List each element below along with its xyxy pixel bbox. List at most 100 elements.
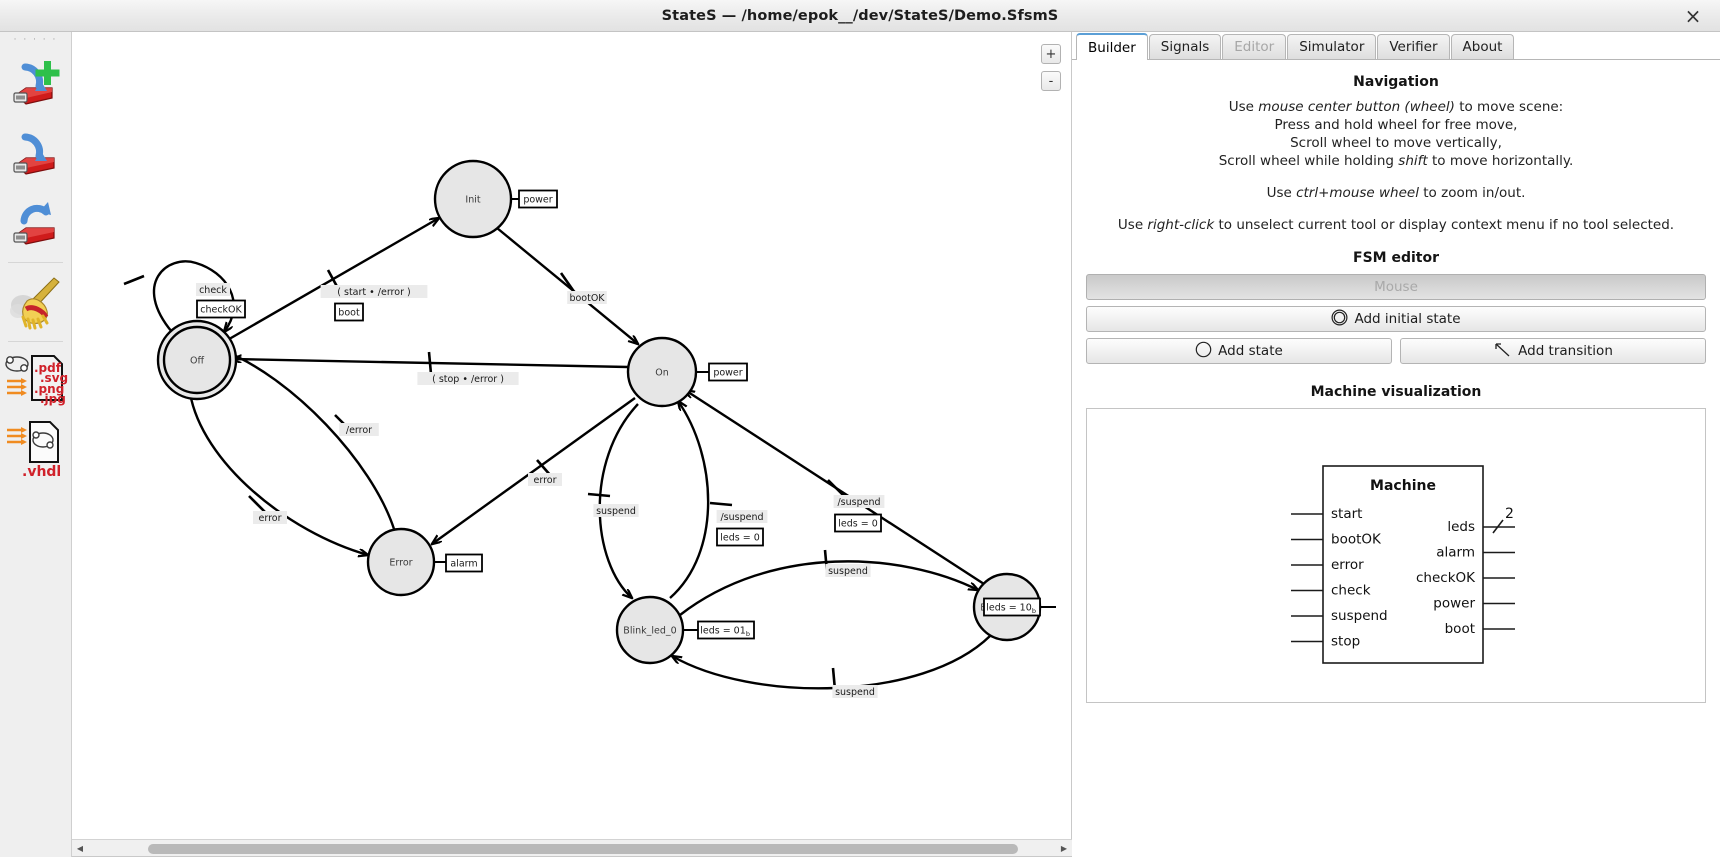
mouse-tool-button: Mouse: [1086, 274, 1706, 300]
mouse-tool-label: Mouse: [1374, 279, 1418, 295]
transition-arrow-icon: [1493, 341, 1512, 362]
transition-condition-label[interactable]: error: [253, 511, 287, 524]
tab-builder[interactable]: Builder: [1076, 33, 1148, 60]
transition-label-text: check: [199, 285, 227, 296]
action-text: leds = 0: [720, 533, 760, 544]
action-box-boot[interactable]: boot: [334, 302, 364, 322]
tool-rail: · · · · · .pdf .svg .png .jpg .vhdl: [0, 32, 72, 857]
state-label: Init: [465, 195, 480, 206]
tab-bar: Builder Signals Editor Simulator Verifier Abo…: [1072, 32, 1720, 60]
fsm-canvas[interactable]: InitOffOnErrorBlink_led_0Blink_led_1 che…: [72, 32, 1072, 857]
transition-label-text: suspend: [596, 506, 636, 517]
machine-output-label: boot: [1445, 621, 1475, 637]
action-text: checkOK: [200, 305, 242, 316]
action-subscript: b: [1032, 607, 1036, 615]
machine-input-label: check: [1331, 583, 1371, 599]
tab-verifier[interactable]: Verifier: [1377, 34, 1450, 59]
state-label: Error: [389, 558, 412, 569]
save-machine-icon[interactable]: [0, 188, 72, 258]
state-icon: [1195, 341, 1212, 362]
scrollbar-thumb[interactable]: [148, 843, 1018, 854]
action-box-leds-10[interactable]: leds = 10 b: [983, 597, 1041, 617]
toolbar-divider: [8, 262, 63, 263]
tab-signals[interactable]: Signals: [1148, 34, 1222, 59]
new-machine-icon[interactable]: [0, 48, 72, 118]
action-text: leds = 01: [700, 626, 746, 637]
transition-condition-label[interactable]: ( start • /error ): [320, 285, 428, 298]
state-label: Blink_led_0: [623, 626, 676, 637]
fsm-state-blink_led_0[interactable]: Blink_led_0: [615, 595, 685, 665]
add-initial-state-button[interactable]: Add initial state: [1086, 306, 1706, 332]
fsm-state-error[interactable]: Error: [366, 527, 436, 597]
transition-condition-label[interactable]: ( stop • /error ): [417, 372, 519, 385]
action-text: alarm: [450, 559, 477, 570]
machine-output-label: alarm: [1436, 545, 1475, 561]
export-vhdl-icon[interactable]: .vhdl: [0, 416, 72, 486]
add-transition-button[interactable]: Add transition: [1400, 338, 1706, 364]
fsm-state-on[interactable]: On: [626, 336, 698, 408]
action-box-leds-01[interactable]: leds = 01 b: [697, 620, 755, 640]
transition-condition-label[interactable]: /suspend: [716, 510, 768, 523]
action-box-power-init[interactable]: power: [518, 189, 558, 209]
zoom-in-button[interactable]: +: [1041, 44, 1061, 64]
add-initial-state-label: Add initial state: [1354, 311, 1461, 327]
transition-label-text: error: [534, 475, 557, 486]
state-label: On: [655, 368, 669, 379]
action-box-power-on[interactable]: power: [708, 362, 748, 382]
transition-condition-label[interactable]: check: [196, 283, 230, 296]
navigation-rightclick-line: Use right-click to unselect current tool…: [1117, 217, 1675, 233]
canvas-horizontal-scrollbar[interactable]: ◀ ▶: [72, 839, 1072, 856]
fsm-state-off[interactable]: Off: [156, 319, 238, 401]
zoom-out-button[interactable]: -: [1041, 71, 1061, 91]
transition-condition-label[interactable]: error: [528, 473, 562, 486]
state-label: Off: [190, 356, 204, 367]
machine-diagram: Machine start bootOK error check suspend stop l…: [1291, 465, 1515, 664]
toolbar-drag-handle[interactable]: · · · · ·: [0, 32, 71, 48]
machine-box-title: Machine: [1370, 478, 1436, 494]
transition-label-text: ( stop • /error ): [432, 374, 504, 385]
fsm-scene[interactable]: InitOffOnErrorBlink_led_0Blink_led_1 che…: [72, 32, 1068, 822]
transition-condition-label[interactable]: /suspend: [833, 495, 885, 508]
tab-simulator[interactable]: Simulator: [1287, 34, 1377, 59]
navigation-line-2: Scroll wheel to move vertically,: [1290, 135, 1502, 151]
tab-about[interactable]: About: [1450, 34, 1515, 59]
action-text: power: [713, 368, 742, 379]
export-image-icon[interactable]: .pdf .svg .png .jpg: [0, 346, 72, 416]
transition-condition-label[interactable]: suspend: [825, 564, 871, 577]
fsm-editor-heading: FSM editor: [1353, 250, 1439, 266]
machine-input-label: suspend: [1331, 608, 1388, 624]
navigation-zoom-line: Use ctrl+mouse wheel to zoom in/out.: [1266, 185, 1526, 201]
clear-machine-icon[interactable]: [0, 267, 72, 337]
action-box-alarm[interactable]: alarm: [445, 553, 483, 573]
transition-condition-label[interactable]: /error: [339, 423, 379, 436]
action-text: power: [523, 195, 552, 206]
navigation-line-0: Use mouse center button (wheel) to move …: [1228, 99, 1564, 115]
machine-visualization-frame[interactable]: Machine start bootOK error check suspend stop l…: [1086, 408, 1706, 703]
transition-condition-label[interactable]: suspend: [832, 685, 878, 698]
action-box-leds-0-b[interactable]: leds = 0: [834, 513, 882, 533]
machine-input-label: error: [1331, 557, 1364, 573]
svg-text:.vhdl: .vhdl: [22, 464, 61, 480]
scroll-left-button[interactable]: ◀: [72, 841, 88, 856]
scroll-right-button[interactable]: ▶: [1056, 841, 1072, 856]
transition-label-text: /suspend: [837, 497, 880, 508]
transition-label-text: suspend: [828, 566, 868, 577]
fsm-state-init[interactable]: Init: [433, 159, 513, 239]
action-box-leds-0-a[interactable]: leds = 0: [716, 527, 764, 547]
action-text: leds = 0: [838, 519, 878, 530]
window-title: StateS — /home/epok__/dev/StateS/Demo.Sf…: [661, 7, 1059, 24]
transition-condition-label[interactable]: suspend: [593, 504, 639, 517]
add-state-button[interactable]: Add state: [1086, 338, 1392, 364]
navigation-line-1: Press and hold wheel for free move,: [1274, 117, 1518, 133]
load-machine-icon[interactable]: [0, 118, 72, 188]
right-dock: Builder Signals Editor Simulator Verifier Abo…: [1072, 32, 1720, 857]
action-subscript: b: [746, 630, 750, 638]
machine-visualization-heading: Machine visualization: [1310, 384, 1482, 400]
transition-condition-label[interactable]: bootOK: [567, 291, 607, 304]
toolbar-divider: [8, 341, 63, 342]
close-icon[interactable]: ×: [1676, 0, 1710, 32]
action-box-checkok[interactable]: checkOK: [196, 299, 246, 319]
scrollbar-track[interactable]: [88, 841, 1056, 856]
add-state-label: Add state: [1218, 343, 1283, 359]
